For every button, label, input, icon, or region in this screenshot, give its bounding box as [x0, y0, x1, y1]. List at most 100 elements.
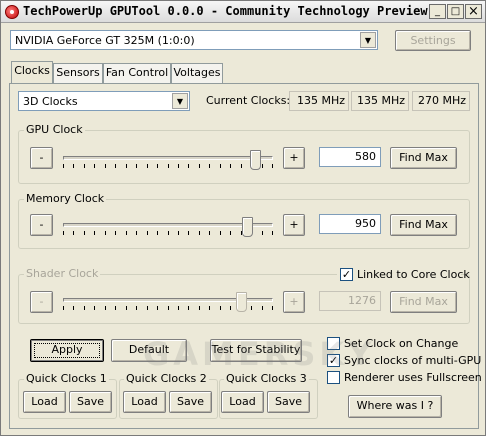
slider-tick — [73, 231, 74, 235]
slider-tick — [168, 164, 169, 168]
current-clocks-label: Current Clocks: — [206, 94, 291, 107]
memory-clock-find-max-button[interactable]: Find Max — [390, 214, 457, 236]
quick-clocks-2-save-button[interactable]: Save — [169, 391, 212, 413]
slider-tick — [262, 164, 263, 168]
apply-button[interactable]: Apply — [30, 339, 104, 362]
slider-tick — [178, 231, 179, 235]
gpu-clock-value-input[interactable]: 580 — [319, 147, 381, 167]
slider-tick — [209, 231, 210, 235]
shader-clock-find-max-button[interactable]: Find Max — [390, 291, 457, 313]
slider-tick — [157, 164, 158, 168]
tab-voltages[interactable]: Voltages — [171, 63, 223, 83]
slider-tick — [105, 306, 106, 310]
slider-tick — [272, 306, 273, 310]
memory-clock-value-input[interactable]: 950 — [319, 214, 381, 234]
slider-tick — [84, 231, 85, 235]
gpu-select[interactable]: NVIDIA GeForce GT 325M (1:0:0) ▼ — [10, 30, 378, 50]
linked-to-core-clock-checkbox[interactable]: ✓ — [340, 268, 353, 281]
slider-tick — [230, 164, 231, 168]
tab-sensors[interactable]: Sensors — [53, 63, 103, 83]
gpu-clock-decrease-button[interactable]: - — [30, 147, 53, 169]
gpu-clock-title: GPU Clock — [24, 123, 85, 136]
slider-tick — [168, 231, 169, 235]
memory-clock-slider-thumb[interactable] — [242, 217, 253, 237]
memory-clock-title: Memory Clock — [24, 192, 107, 205]
shader-clock-decrease-button[interactable]: - — [30, 291, 53, 313]
where-was-i-button[interactable]: Where was I ? — [348, 395, 442, 418]
slider-tick — [230, 306, 231, 310]
slider-tick — [84, 164, 85, 168]
title-bar[interactable]: TechPowerUp GPUTool 0.0.0 - Community Te… — [1, 1, 485, 23]
quick-clocks-1-save-button[interactable]: Save — [69, 391, 112, 413]
slider-tick — [157, 231, 158, 235]
slider-tick — [168, 306, 169, 310]
slider-tick — [63, 164, 64, 168]
slider-tick — [241, 164, 242, 168]
slider-tick — [220, 306, 221, 310]
gpu-clock-slider-track[interactable] — [63, 156, 273, 160]
slider-tick — [126, 231, 127, 235]
maximize-button[interactable]: □ — [447, 4, 464, 19]
linked-to-core-clock-option[interactable]: ✓ Linked to Core Clock — [337, 267, 470, 283]
slider-tick — [272, 231, 273, 235]
watermark: GAMERSKY — [143, 335, 376, 373]
main-window: TechPowerUp GPUTool 0.0.0 - Community Te… — [0, 0, 486, 436]
close-button[interactable]: × — [465, 4, 482, 19]
gpu-clock-slider-thumb[interactable] — [250, 150, 261, 170]
memory-clock-decrease-button[interactable]: - — [30, 214, 53, 236]
slider-tick — [147, 231, 148, 235]
slider-tick — [73, 164, 74, 168]
tab-fan-control[interactable]: Fan Control — [103, 63, 171, 83]
settings-button[interactable]: Settings — [395, 30, 471, 51]
tab-clocks[interactable]: Clocks — [11, 61, 53, 83]
slider-tick — [126, 306, 127, 310]
quick-clocks-3-title: Quick Clocks 3 — [224, 372, 309, 385]
slider-tick — [230, 231, 231, 235]
slider-tick — [73, 306, 74, 310]
clock-mode-select[interactable]: 3D Clocks ▼ — [18, 91, 190, 111]
slider-tick — [136, 164, 137, 168]
minimize-button[interactable]: _ — [429, 4, 446, 19]
slider-tick — [188, 164, 189, 168]
slider-tick — [178, 164, 179, 168]
slider-tick — [147, 306, 148, 310]
slider-tick — [199, 164, 200, 168]
current-clock-core: 135 MHz — [289, 91, 349, 111]
slider-tick — [105, 231, 106, 235]
shader-clock-value-input[interactable]: 1276 — [319, 291, 381, 311]
slider-tick — [115, 231, 116, 235]
gpu-select-value: NVIDIA GeForce GT 325M (1:0:0) — [15, 34, 195, 47]
slider-tick — [157, 306, 158, 310]
slider-tick — [188, 306, 189, 310]
clock-mode-value: 3D Clocks — [23, 95, 78, 108]
chevron-down-icon: ▼ — [360, 32, 376, 48]
app-icon — [5, 5, 19, 19]
slider-tick — [115, 306, 116, 310]
linked-to-core-clock-label: Linked to Core Clock — [357, 268, 470, 281]
slider-tick — [188, 231, 189, 235]
slider-tick — [251, 306, 252, 310]
slider-tick — [84, 306, 85, 310]
quick-clocks-1-load-button[interactable]: Load — [23, 391, 66, 413]
shader-clock-increase-button[interactable]: + — [283, 291, 305, 313]
quick-clocks-3-load-button[interactable]: Load — [221, 391, 264, 413]
slider-tick — [105, 164, 106, 168]
slider-tick — [262, 231, 263, 235]
chevron-down-icon: ▼ — [172, 93, 188, 109]
window-title: TechPowerUp GPUTool 0.0.0 - Community Te… — [23, 4, 431, 18]
memory-clock-increase-button[interactable]: + — [283, 214, 305, 236]
slider-tick — [136, 231, 137, 235]
gpu-clock-find-max-button[interactable]: Find Max — [390, 147, 457, 169]
slider-tick — [147, 164, 148, 168]
quick-clocks-2-load-button[interactable]: Load — [123, 391, 166, 413]
slider-tick — [94, 164, 95, 168]
quick-clocks-1-title: Quick Clocks 1 — [24, 372, 109, 385]
slider-tick — [63, 231, 64, 235]
current-clock-memory: 135 MHz — [351, 91, 409, 111]
quick-clocks-3-save-button[interactable]: Save — [267, 391, 310, 413]
slider-tick — [220, 164, 221, 168]
gpu-clock-increase-button[interactable]: + — [283, 147, 305, 169]
slider-tick — [136, 306, 137, 310]
slider-tick — [209, 164, 210, 168]
shader-clock-slider-thumb[interactable] — [236, 292, 247, 312]
